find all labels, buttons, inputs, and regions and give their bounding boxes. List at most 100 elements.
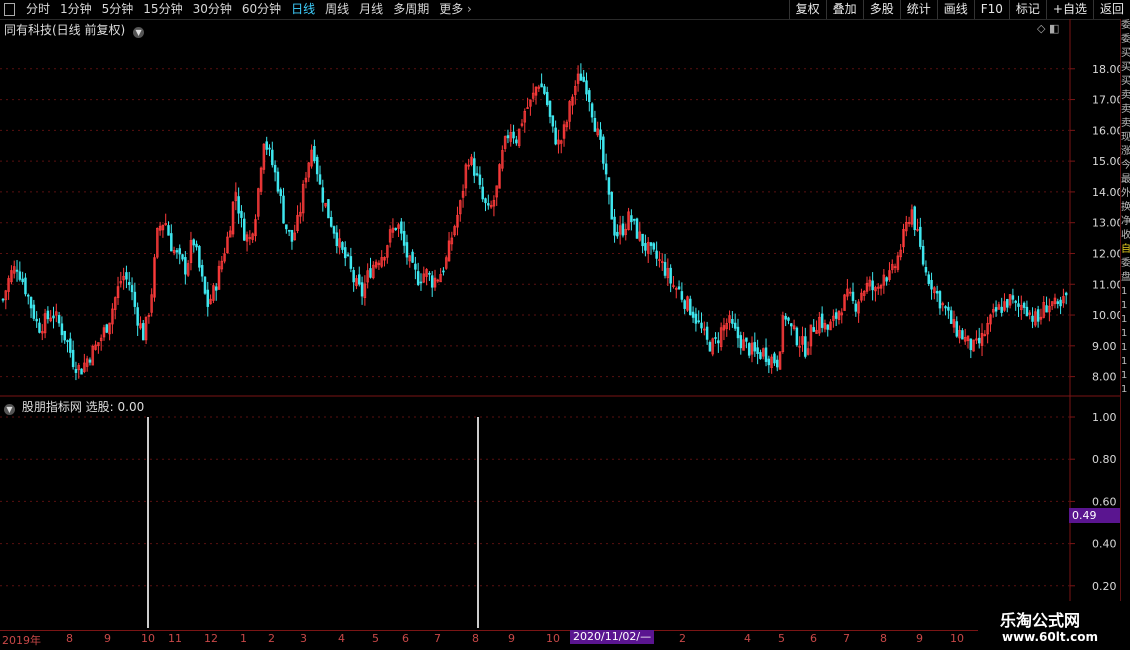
candle-body [767,358,771,366]
candle-body [400,221,403,234]
quote-panel-label: 卖 [1121,118,1130,129]
candle-body [74,369,78,373]
candle-body [621,223,625,236]
price-tick-label: 8.00 [1092,371,1117,384]
candle-body [590,103,594,118]
quote-panel-label: 1 [1121,342,1128,353]
candle-body [745,337,748,342]
candle-body [854,303,858,312]
candle-body [349,256,353,269]
candle-body [613,216,616,236]
candle-body [506,135,510,139]
candle-body [416,271,420,285]
quote-panel-label: 委 [1121,258,1130,269]
candle-body [178,248,181,255]
candle-body [610,191,613,220]
chevron-down-icon[interactable]: ▼ [4,404,15,415]
candle-body [955,321,959,337]
candle-body [680,291,684,300]
quote-side-panel: 委委买买买卖卖卖现涨今最外换净收自委盘11111111 [1120,19,1130,629]
date-tick-label: 11 [168,632,182,645]
candle-body [759,352,762,359]
price-tick-label: 11.00 [1092,278,1124,291]
candle-body [691,311,695,318]
watermark-url: www.60lt.com [1002,630,1099,644]
indicator-tick-label: 0.40 [1092,538,1117,551]
candle-body [731,318,734,324]
candle-body [969,338,973,351]
candle-body [812,327,815,332]
candle-body [919,226,922,247]
candle-body [736,326,740,339]
indicator-title[interactable]: ▼ 股朋指标网 选股: 0.00 [4,398,144,415]
candle-body [1036,309,1040,322]
date-tick-label: 2 [679,632,686,645]
quote-panel-label: 最 [1121,174,1130,185]
candle-body [419,281,423,284]
candle-body [1031,315,1034,322]
quote-panel-label: 今 [1121,160,1130,171]
candle-body [602,136,605,164]
candle-body [46,310,50,320]
date-axis: 2019年 8 9 10 11 12 1 2 3 4 5 6 7 8 9 10 2 4 5 6 7 8 9 10 [0,630,1070,647]
candle-body [276,171,280,192]
quote-panel-label: 1 [1121,328,1128,339]
candle-body [268,147,271,150]
date-tick-label: 2 [268,632,275,645]
candle-body [689,298,692,316]
candle-body [411,251,414,263]
candle-body [487,203,490,206]
candle-body [1011,295,1015,300]
candle-body [1006,299,1009,308]
candle-body [341,242,344,250]
candle-body [1056,301,1060,304]
candle-body [1014,300,1017,303]
candle-body [21,278,24,283]
candle-body [820,313,824,328]
date-tick-label: 7 [434,632,441,645]
watermark-title: 乐淘公式网 [1000,611,1081,630]
candle-body [632,219,636,221]
candle-body [318,174,322,185]
candle-body [655,250,658,259]
candle-body [60,323,64,336]
candle-body [582,76,585,82]
candle-body [321,187,325,203]
quote-panel-label: 净 [1121,216,1130,227]
candle-body [588,90,591,102]
candle-body [473,158,476,176]
candle-body [35,318,38,322]
candle-body [271,149,274,166]
candle-body [273,164,277,173]
candle-body [927,274,930,284]
candle-body [237,196,240,214]
candle-body [133,291,137,307]
quote-panel-label: 买 [1121,62,1130,73]
quote-panel-label: 1 [1121,314,1128,325]
candle-body [913,206,916,231]
candle-body [71,349,75,368]
candle-body [136,307,139,326]
candle-body [26,294,30,297]
price-tick-label: 17.00 [1092,94,1124,107]
candle-body [607,177,611,195]
candle-body [935,290,939,294]
quote-panel-label: 盘 [1121,272,1130,283]
price-chart[interactable]: 18.0017.0016.0015.0014.0013.0012.0011.00… [0,0,1130,650]
candle-body [1022,302,1026,308]
candle-body [167,225,170,236]
candle-body [733,322,737,329]
candle-body [764,347,768,362]
candle-body [1064,292,1068,296]
candle-body [515,139,518,144]
candle-body [938,291,942,309]
quote-panel-label: 卖 [1121,104,1130,115]
candle-body [195,243,198,248]
candle-body [142,323,145,341]
candle-body [826,324,829,330]
indicator-tick-label: 0.60 [1092,495,1117,508]
candle-body [540,83,543,88]
candle-body [871,280,874,291]
candle-body [287,229,291,232]
candle-body [944,306,947,309]
